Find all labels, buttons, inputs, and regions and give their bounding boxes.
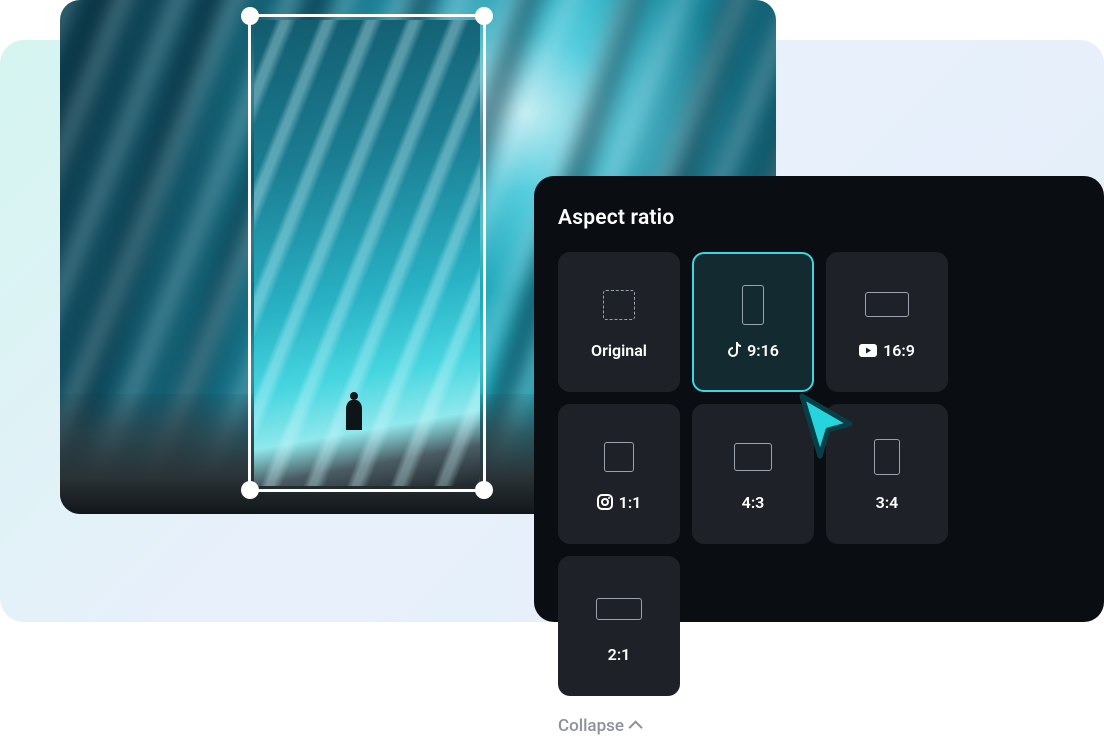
ratio-label-text: 4:3	[742, 493, 765, 512]
ratio-shape-icon	[603, 290, 635, 320]
crop-handle-top-right[interactable]	[475, 7, 493, 25]
ratio-label: 9:16	[727, 341, 779, 360]
ratio-option-16-9[interactable]: 16:9	[826, 252, 948, 392]
ratio-label-text: 1:1	[619, 493, 642, 512]
crop-handle-bottom-right[interactable]	[475, 481, 493, 499]
ratio-label: 1:1	[597, 493, 642, 512]
ratio-label: 2:1	[608, 645, 631, 664]
ratio-shape-icon	[604, 442, 634, 472]
crop-frame[interactable]	[248, 14, 486, 492]
ratio-option-2-1[interactable]: 2:1	[558, 556, 680, 696]
ratio-label: Original	[591, 341, 647, 360]
ratio-label: 4:3	[742, 493, 765, 512]
ratio-label-text: 2:1	[608, 645, 631, 664]
ratio-label-text: Original	[591, 341, 647, 360]
ratio-label-text: 9:16	[747, 341, 779, 360]
ratio-shape-preview	[874, 437, 900, 477]
ratio-shape-icon	[865, 292, 909, 317]
ratio-shape-preview	[596, 589, 642, 629]
ratio-grid: Original 9:16 16:9 1:1 4:3 3:4 2:1	[558, 252, 1080, 696]
ratio-shape-icon	[596, 598, 642, 620]
crop-handle-bottom-left[interactable]	[241, 481, 259, 499]
ratio-option-3-4[interactable]: 3:4	[826, 404, 948, 544]
ratio-option-1-1[interactable]: 1:1	[558, 404, 680, 544]
collapse-button[interactable]: Collapse	[558, 716, 1080, 736]
crop-preview-content	[254, 20, 480, 486]
ratio-label-text: 16:9	[883, 341, 915, 360]
instagram-icon	[597, 494, 613, 510]
chevron-up-icon	[628, 720, 642, 734]
crop-handle-top-left[interactable]	[241, 7, 259, 25]
hiker-silhouette	[346, 400, 362, 430]
collapse-label: Collapse	[558, 716, 624, 736]
ratio-label: 16:9	[859, 341, 915, 360]
aspect-ratio-panel: Aspect ratio Original9:1616:91:14:33:42:…	[534, 176, 1104, 622]
ratio-shape-preview	[604, 437, 634, 477]
ratio-shape-icon	[742, 285, 764, 325]
tiktok-icon	[727, 342, 741, 358]
youtube-icon	[859, 344, 877, 357]
ratio-shape-preview	[865, 285, 909, 325]
ratio-shape-icon	[874, 439, 900, 475]
ratio-option-original[interactable]: Original	[558, 252, 680, 392]
panel-title: Aspect ratio	[558, 206, 1080, 230]
ratio-shape-preview	[734, 437, 772, 477]
ratio-label: 3:4	[876, 493, 899, 512]
ratio-option-4-3[interactable]: 4:3	[692, 404, 814, 544]
ratio-label-text: 3:4	[876, 493, 899, 512]
ratio-option-9-16[interactable]: 9:16	[692, 252, 814, 392]
ratio-shape-preview	[603, 285, 635, 325]
ratio-shape-icon	[734, 443, 772, 471]
ratio-shape-preview	[742, 285, 764, 325]
